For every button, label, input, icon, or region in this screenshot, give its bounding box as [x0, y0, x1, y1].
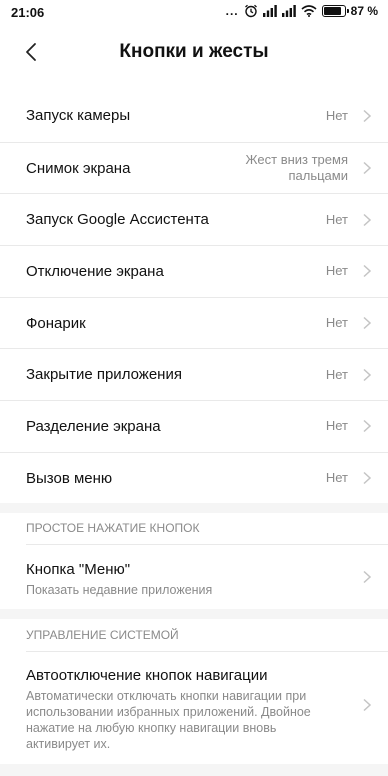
alarm-icon — [244, 4, 257, 18]
setting-row-flashlight[interactable]: Фонарик Нет — [0, 296, 388, 349]
section-gap — [0, 609, 388, 619]
chevron-right-icon — [363, 161, 372, 175]
section-gap — [0, 764, 388, 776]
setting-row-close-app[interactable]: Закрытие приложения Нет — [0, 348, 388, 400]
notification-dots: ... — [225, 4, 239, 18]
battery-icon — [321, 5, 349, 17]
signal-icon — [262, 5, 277, 17]
wifi-icon — [301, 5, 317, 17]
page-title: Кнопки и жесты — [119, 41, 269, 62]
setting-label: Снимок экрана — [26, 159, 131, 177]
chevron-right-icon — [363, 368, 372, 381]
setting-value: Нет — [325, 315, 348, 331]
setting-label: Вызов меню — [26, 469, 113, 487]
battery-percent: 87 % — [350, 4, 378, 18]
signal-icon-2 — [281, 5, 296, 17]
setting-row-camera[interactable]: Запуск камеры Нет — [0, 90, 388, 142]
setting-label: Разделение экрана — [26, 417, 161, 435]
chevron-right-icon — [363, 265, 372, 278]
header: Кнопки и жесты — [0, 26, 388, 80]
chevron-right-icon — [363, 420, 372, 433]
setting-row-screenshot[interactable]: Снимок экрана Жест вниз тремя пальцами — [0, 141, 388, 194]
battery-fill — [323, 7, 341, 15]
chevron-right-icon — [363, 109, 372, 122]
setting-value: Нет — [325, 107, 348, 123]
status-bar: 21:06 ... 87 % — [0, 0, 388, 26]
setting-label: Автоотключение кнопок навигации — [26, 667, 268, 684]
setting-row-split-screen[interactable]: Разделение экрана Нет — [0, 400, 388, 452]
chevron-right-icon — [363, 317, 372, 330]
setting-label: Отключение экрана — [26, 262, 164, 280]
chevron-right-icon — [363, 213, 372, 226]
setting-value: Нет — [325, 366, 348, 382]
status-time: 21:06 — [11, 5, 45, 20]
status-icons: ... 87 % — [226, 4, 378, 18]
setting-label: Запуск камеры — [26, 107, 131, 125]
setting-value: Нет — [325, 418, 348, 434]
setting-summary-line: активирует их. — [26, 737, 111, 751]
setting-row-call-menu[interactable]: Вызов меню Нет — [0, 451, 388, 504]
setting-value: Нет — [325, 263, 348, 279]
setting-value: Жест вниз тремя пальцами — [245, 152, 348, 184]
setting-label: Запуск Google Ассистента — [26, 211, 209, 229]
setting-row-google-assistant[interactable]: Запуск Google Ассистента Нет — [0, 193, 388, 245]
setting-label: Закрытие приложения — [26, 366, 182, 384]
setting-value: Нет — [325, 211, 348, 227]
setting-value: Нет — [325, 470, 348, 486]
setting-label: Фонарик — [26, 314, 86, 332]
setting-summary-line: использовании избранных приложений. Двой… — [26, 705, 311, 719]
setting-summary-line: нажатие на любую кнопку навигации вновь — [26, 721, 277, 735]
setting-label: Кнопка "Меню" — [26, 561, 131, 578]
chevron-right-icon — [363, 698, 372, 712]
menu-button-setting[interactable]: Кнопка "Меню" Показать недавние приложен… — [0, 545, 388, 601]
gesture-settings-list: Запуск камеры Нет Снимок экрана Жест вни… — [0, 90, 388, 504]
setting-summary: Показать недавние приложения — [26, 583, 213, 597]
setting-summary-line: Автоматически отключать кнопки навигации… — [26, 689, 307, 703]
chevron-right-icon — [363, 472, 372, 485]
section-title-simple-press: ПРОСТОЕ НАЖАТИЕ КНОПОК — [26, 521, 200, 535]
chevron-right-icon — [363, 570, 372, 584]
section-title-system: УПРАВЛЕНИЕ СИСТЕМОЙ — [26, 628, 179, 642]
section-gap — [0, 503, 388, 513]
setting-row-screen-off[interactable]: Отключение экрана Нет — [0, 245, 388, 297]
auto-disable-nav-buttons-setting[interactable]: Автоотключение кнопок навигации Автомати… — [0, 652, 388, 762]
